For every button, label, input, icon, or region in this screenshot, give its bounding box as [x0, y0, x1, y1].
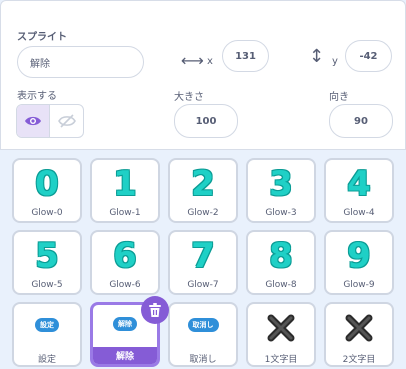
costume-name: Glow-4 — [343, 208, 375, 218]
size-input[interactable]: 100 — [174, 104, 238, 138]
y-input[interactable]: -42 — [345, 40, 392, 72]
digit-glyph: 0 — [35, 164, 59, 204]
costume-tile[interactable]: 0 Glow-0 — [12, 158, 82, 223]
costume-tile[interactable]: 9 Glow-9 — [324, 230, 394, 295]
digit-glyph: 2 — [191, 164, 215, 204]
costume-badge: 設定 — [35, 318, 59, 332]
digit-glyph: 1 — [113, 164, 137, 204]
sprite-info-panel: スプライト 解除 ⟷ x 131 ↕ y -42 表示する 大きさ 100 向き — [0, 0, 406, 150]
x-axis-icon: ⟷ — [181, 51, 204, 70]
digit-glyph: 3 — [269, 164, 293, 204]
size-label: 大きさ — [174, 92, 204, 103]
direction-value: 90 — [354, 115, 368, 127]
y-value: -42 — [359, 50, 378, 62]
size-value: 100 — [195, 115, 217, 127]
digit-glyph: 8 — [269, 236, 293, 276]
x-label: x — [207, 56, 213, 67]
x-input[interactable]: 131 — [222, 40, 269, 72]
costume-name: 取消し — [189, 355, 217, 365]
x-mark-icon — [345, 314, 373, 342]
costume-thumbnail: 取消し — [170, 308, 236, 342]
costume-tile[interactable]: 取消し 取消し — [168, 302, 238, 367]
costume-name: 解除 — [93, 347, 157, 364]
costume-name: Glow-0 — [31, 208, 63, 218]
costume-name: Glow-9 — [343, 280, 375, 290]
costume-thumbnail — [326, 308, 392, 348]
direction-input[interactable]: 90 — [329, 104, 393, 138]
costume-tile[interactable]: 8 Glow-8 — [246, 230, 316, 295]
costume-tile[interactable]: 1文字目 — [246, 302, 316, 367]
costume-name: Glow-1 — [109, 208, 141, 218]
costume-thumbnail — [248, 308, 314, 348]
trash-icon — [149, 302, 161, 317]
digit-glyph: 5 — [35, 236, 59, 276]
costume-tile[interactable]: 2 Glow-2 — [168, 158, 238, 223]
costume-name: Glow-5 — [31, 280, 63, 290]
show-label: 表示する — [17, 91, 57, 102]
costume-thumbnail: 0 — [14, 164, 80, 204]
costume-thumbnail: 4 — [326, 164, 392, 204]
costume-grid: 0 Glow-0 1 Glow-1 2 Glow-2 3 Glow-3 4 Gl… — [0, 150, 406, 369]
costume-badge: 取消し — [187, 318, 219, 332]
costume-thumbnail: 3 — [248, 164, 314, 204]
costume-name: 設定 — [37, 355, 56, 365]
costume-badge: 解除 — [113, 317, 137, 331]
show-button[interactable] — [17, 105, 51, 137]
digit-glyph: 7 — [191, 236, 215, 276]
sprite-name-input[interactable]: 解除 — [17, 46, 144, 78]
y-axis-icon: ↕ — [309, 46, 325, 67]
costume-thumbnail: 7 — [170, 236, 236, 276]
costume-tile[interactable]: 3 Glow-3 — [246, 158, 316, 223]
costume-thumbnail: 設定 — [14, 308, 80, 342]
delete-costume-button[interactable] — [141, 296, 169, 324]
costume-thumbnail: 2 — [170, 164, 236, 204]
costume-tile[interactable]: 5 Glow-5 — [12, 230, 82, 295]
direction-label: 向き — [329, 92, 349, 103]
x-mark-icon — [267, 314, 295, 342]
eye-icon — [25, 116, 41, 126]
y-label: y — [332, 56, 338, 67]
costume-thumbnail: 6 — [92, 236, 158, 276]
costume-thumbnail: 1 — [92, 164, 158, 204]
costume-name: Glow-8 — [265, 280, 297, 290]
costume-tile[interactable]: 7 Glow-7 — [168, 230, 238, 295]
sprite-name-value: 解除 — [30, 58, 50, 70]
eye-slash-icon — [57, 114, 76, 128]
costume-tile[interactable]: 1 Glow-1 — [90, 158, 160, 223]
costume-thumbnail: 9 — [326, 236, 392, 276]
digit-glyph: 9 — [347, 236, 371, 276]
visibility-toggle — [16, 104, 84, 138]
sprite-label: スプライト — [17, 32, 67, 43]
costume-name: 2文字目 — [342, 355, 376, 365]
costume-name: Glow-7 — [187, 280, 219, 290]
costume-tile[interactable]: 6 Glow-6 — [90, 230, 160, 295]
hide-button[interactable] — [50, 105, 83, 137]
digit-glyph: 4 — [347, 164, 371, 204]
digit-glyph: 6 — [113, 236, 137, 276]
sprite-pane: { "sprite": { "label": "スプライト", "name_va… — [0, 0, 406, 369]
costume-name: Glow-2 — [187, 208, 219, 218]
costume-thumbnail: 8 — [248, 236, 314, 276]
costume-name: Glow-6 — [109, 280, 141, 290]
costume-tile[interactable]: 設定 設定 — [12, 302, 82, 367]
costume-tile[interactable]: 2文字目 — [324, 302, 394, 367]
x-value: 131 — [235, 50, 256, 62]
costume-name: Glow-3 — [265, 208, 297, 218]
costume-tile[interactable]: 4 Glow-4 — [324, 158, 394, 223]
costume-name: 1文字目 — [264, 355, 298, 365]
costume-thumbnail: 5 — [14, 236, 80, 276]
